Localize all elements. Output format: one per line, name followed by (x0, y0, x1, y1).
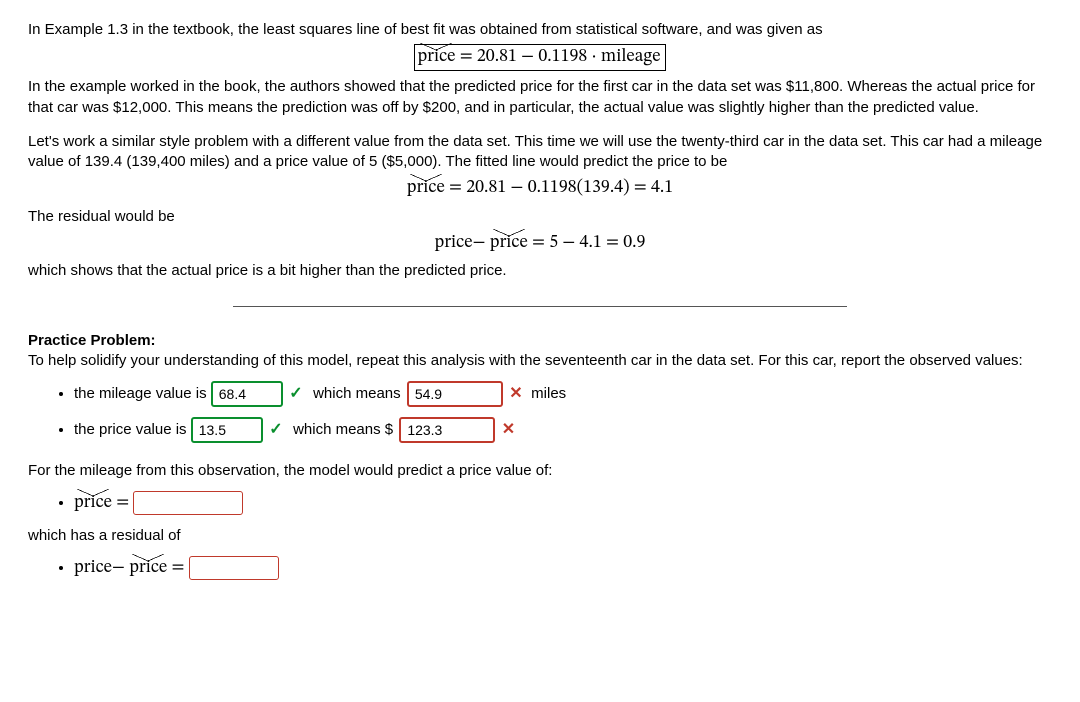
mileage-input[interactable] (211, 381, 283, 407)
check-icon-2: ✓ (267, 419, 285, 441)
eq3-rhs: = 5 − 4.1 = 0.9 (528, 234, 646, 252)
price-hat-2: price (407, 176, 445, 200)
practice-heading: Practice Problem: (28, 332, 156, 349)
predicted-price-row: price = (74, 491, 1052, 515)
equation-1: price = 20.81 − 0.1198 · mileage (28, 44, 1052, 71)
pred-eq: = (112, 494, 133, 512)
eq3-pricehat: price (490, 231, 528, 255)
which-means-2: which means $ (293, 421, 393, 438)
predict-list: price = (28, 491, 1052, 515)
which-means-1: which means (313, 385, 405, 402)
price-input[interactable] (191, 417, 263, 443)
practice-block: Practice Problem: To help solidify your … (28, 331, 1052, 581)
mileage-means-input[interactable] (407, 381, 503, 407)
resid-price: price (74, 559, 112, 577)
resid-eq: = (167, 559, 188, 577)
eq3-price: price (435, 234, 473, 252)
eq2-rhs: = 20.81 − 0.1198(139.4) = 4.1 (445, 179, 673, 197)
residual-list: price− price = (28, 556, 1052, 580)
miles-unit: miles (531, 385, 566, 402)
cross-icon: ✕ (507, 383, 525, 405)
observed-values-list: the mileage value is ✓ which means ✕ mil… (28, 381, 1052, 443)
intro-p2: In the example worked in the book, the a… (28, 77, 1052, 118)
mileage-row: the mileage value is ✓ which means ✕ mil… (74, 381, 1052, 407)
resid-pricehat: price (129, 556, 167, 580)
intro-block: In Example 1.3 in the textbook, the leas… (28, 20, 1052, 118)
predict-lead: For the mileage from this observation, t… (28, 461, 1052, 481)
mileage-label: the mileage value is (74, 385, 211, 402)
pred-pricehat: price (74, 491, 112, 515)
price-hat: price (417, 45, 455, 70)
intro-p3: Let's work a similar style problem with … (28, 132, 1052, 173)
residual-input[interactable] (189, 556, 279, 580)
eq3-minus: − (473, 234, 486, 252)
price-row: the price value is ✓ which means $ ✕ (74, 417, 1052, 443)
practice-lead: To help solidify your understanding of t… (28, 352, 1023, 369)
section-divider (233, 306, 847, 307)
eq1-rhs: = 20.81 − 0.1198 · mileage (455, 48, 660, 66)
price-means-input[interactable] (399, 417, 495, 443)
intro-p5: which shows that the actual price is a b… (28, 261, 1052, 281)
resid-minus: − (112, 559, 125, 577)
worked-block: Let's work a similar style problem with … (28, 132, 1052, 282)
predicted-price-input[interactable] (133, 491, 243, 515)
residual-lead: which has a residual of (28, 526, 1052, 546)
intro-p1: In Example 1.3 in the textbook, the leas… (28, 20, 1052, 40)
residual-row: price− price = (74, 556, 1052, 580)
equation-2: price = 20.81 − 0.1198(139.4) = 4.1 (28, 176, 1052, 200)
price-label: the price value is (74, 421, 191, 438)
cross-icon-2: ✕ (499, 419, 517, 441)
intro-p4: The residual would be (28, 207, 1052, 227)
equation-3: price− price = 5 − 4.1 = 0.9 (28, 231, 1052, 255)
check-icon: ✓ (287, 383, 305, 405)
